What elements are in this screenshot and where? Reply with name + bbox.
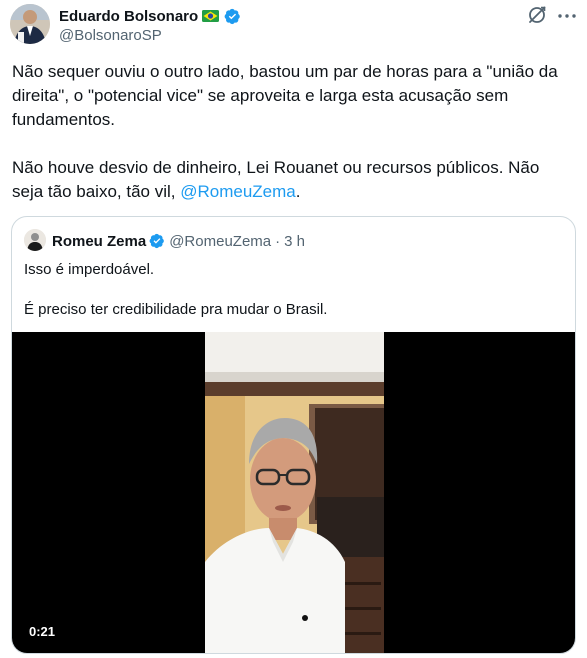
video-thumbnail	[205, 332, 384, 653]
grok-icon[interactable]	[526, 4, 548, 26]
separator-dot: ·	[275, 232, 281, 250]
quote-tweet-card[interactable]: Romeu Zema @RomeuZema · 3 h Isso é imper…	[11, 216, 576, 654]
tweet-paragraph-2-end: .	[295, 182, 301, 201]
quote-text: Isso é imperdoável. É preciso ter credib…	[24, 260, 564, 320]
video-duration: 0:21	[23, 622, 62, 642]
verified-badge-icon[interactable]	[149, 233, 165, 249]
author-avatar[interactable]	[10, 4, 50, 44]
verified-badge-icon[interactable]	[224, 8, 241, 25]
mention-link[interactable]: @RomeuZema	[180, 182, 296, 201]
quote-timestamp[interactable]: 3 h	[284, 233, 305, 250]
brazil-flag-icon	[202, 10, 220, 22]
author-name[interactable]: Eduardo Bolsonaro	[59, 8, 198, 25]
quote-author-handle[interactable]: @RomeuZema	[169, 233, 271, 250]
quote-line-1: Isso é imperdoável.	[24, 261, 155, 278]
tweet-paragraph-1: Não sequer ouviu o outro lado, bastou um…	[12, 62, 558, 129]
author-handle[interactable]: @BolsonaroSP	[59, 27, 162, 44]
quote-author-avatar[interactable]	[24, 229, 46, 251]
more-options-icon[interactable]	[556, 5, 578, 27]
tweet-text: Não sequer ouviu o outro lado, bastou um…	[12, 60, 574, 204]
quote-author-name[interactable]: Romeu Zema	[52, 233, 146, 250]
video-player[interactable]: 0:21	[12, 332, 575, 653]
quote-line-2: É preciso ter credibilidade pra mudar o …	[24, 301, 328, 318]
tweet-paragraph-2: Não houve desvio de dinheiro, Lei Rouane…	[12, 156, 574, 204]
